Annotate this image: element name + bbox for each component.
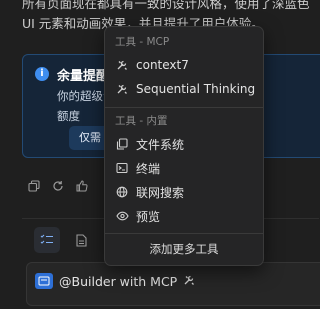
menu-item-label: 预览: [136, 209, 161, 224]
add-more-tools-button[interactable]: 添加更多工具: [105, 241, 263, 257]
menu-item-label: context7: [136, 58, 189, 72]
info-icon: i: [35, 67, 49, 81]
copy-icon[interactable]: [26, 178, 42, 194]
task-list-button[interactable]: [34, 227, 60, 253]
tools-icon: [115, 58, 129, 72]
menu-item-label: 联网搜索: [136, 185, 185, 200]
task-list-icon: [40, 234, 53, 244]
menu-item-label: 文件系统: [136, 137, 185, 152]
eye-icon: [115, 209, 129, 223]
refresh-icon[interactable]: [50, 178, 66, 194]
menu-section-builtin: 工具 - 内置: [115, 115, 168, 127]
tools-icon: [115, 82, 129, 96]
menu-divider: [105, 107, 263, 108]
menu-item-preview[interactable]: 预览: [109, 204, 259, 228]
menu-item-filesystem[interactable]: 文件系统: [109, 132, 259, 156]
builder-icon: [35, 273, 53, 289]
document-icon: [75, 233, 87, 247]
menu-section-mcp: 工具 - MCP: [115, 36, 170, 48]
agent-mode-label: @Builder with MCP: [59, 273, 178, 289]
menu-item-label: 终端: [136, 161, 161, 176]
globe-icon: [115, 185, 129, 199]
menu-item-label: Sequential Thinking: [136, 82, 256, 96]
message-actions: [26, 178, 90, 194]
chat-input[interactable]: @Builder with MCP: [26, 262, 320, 306]
document-button[interactable]: [68, 227, 94, 253]
agent-mode-chip[interactable]: @Builder with MCP: [35, 273, 195, 289]
chat-message-line: 所有页面现在都具有一致的设计风格，使用了深蓝色: [22, 0, 310, 11]
alert-title: 余量提醒: [57, 69, 110, 84]
file-copy-icon: [115, 137, 129, 151]
tools-dropdown-menu: 工具 - MCP context7 Sequential Thinking 工具…: [104, 26, 264, 266]
menu-item-web-search[interactable]: 联网搜索: [109, 180, 259, 204]
thumbs-up-icon[interactable]: [74, 178, 90, 194]
menu-divider: [105, 233, 263, 234]
tools-icon: [183, 274, 195, 289]
terminal-icon: [115, 161, 129, 175]
menu-item-terminal[interactable]: 终端: [109, 156, 259, 180]
menu-item-context7[interactable]: context7: [109, 53, 259, 77]
menu-item-sequential-thinking[interactable]: Sequential Thinking: [109, 77, 259, 101]
